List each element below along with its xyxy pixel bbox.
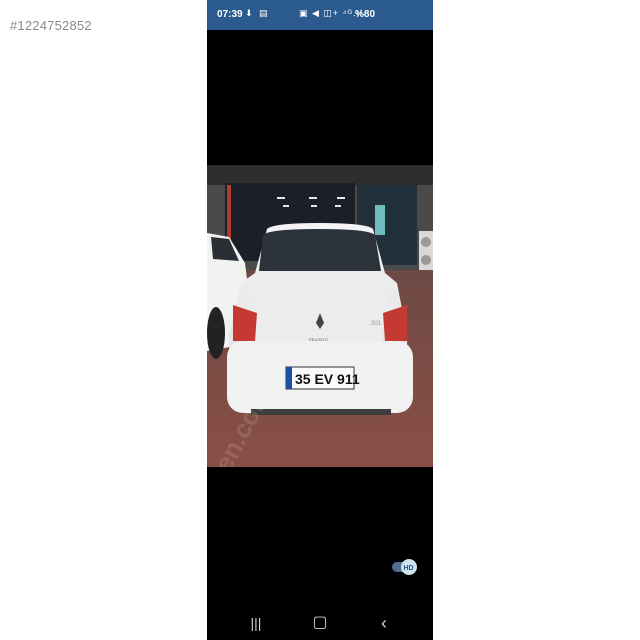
hd-label: HD bbox=[404, 565, 414, 572]
phone-screenshot: 07:39 ⬇ ▤ ▣ ◀ ◫+ ⁴ᴳ.ıl %80 35 EV 911 PEU… bbox=[207, 0, 433, 640]
hd-toggle[interactable]: HD bbox=[391, 558, 417, 576]
back-icon[interactable]: ‹ bbox=[369, 612, 399, 634]
battery-percent: %80 bbox=[355, 9, 376, 20]
brand-text: PEUGEOT bbox=[309, 337, 329, 342]
notification-icons: ⬇ ▤ bbox=[245, 8, 270, 18]
status-time: 07:39 bbox=[217, 9, 243, 20]
home-icon[interactable]: ▢ bbox=[305, 612, 335, 634]
license-plate: 35 EV 911 bbox=[295, 371, 360, 387]
recents-icon[interactable]: ||| bbox=[241, 612, 271, 634]
car-photo-image: 35 EV 911 PEUGEOT 301 sahibinden.com bbox=[207, 165, 433, 467]
status-bar: 07:39 ⬇ ▤ ▣ ◀ ◫+ ⁴ᴳ.ıl %80 bbox=[207, 0, 433, 30]
signal-icons: ▣ ◀ ◫+ ⁴ᴳ.ıl bbox=[299, 8, 364, 18]
navigation-bar: ||| ▢ ‹ bbox=[207, 608, 433, 640]
listing-id: #1224752852 bbox=[10, 18, 92, 33]
trim-badge: 301 bbox=[371, 321, 382, 327]
car-photo[interactable]: 35 EV 911 PEUGEOT 301 sahibinden.com bbox=[207, 165, 433, 467]
